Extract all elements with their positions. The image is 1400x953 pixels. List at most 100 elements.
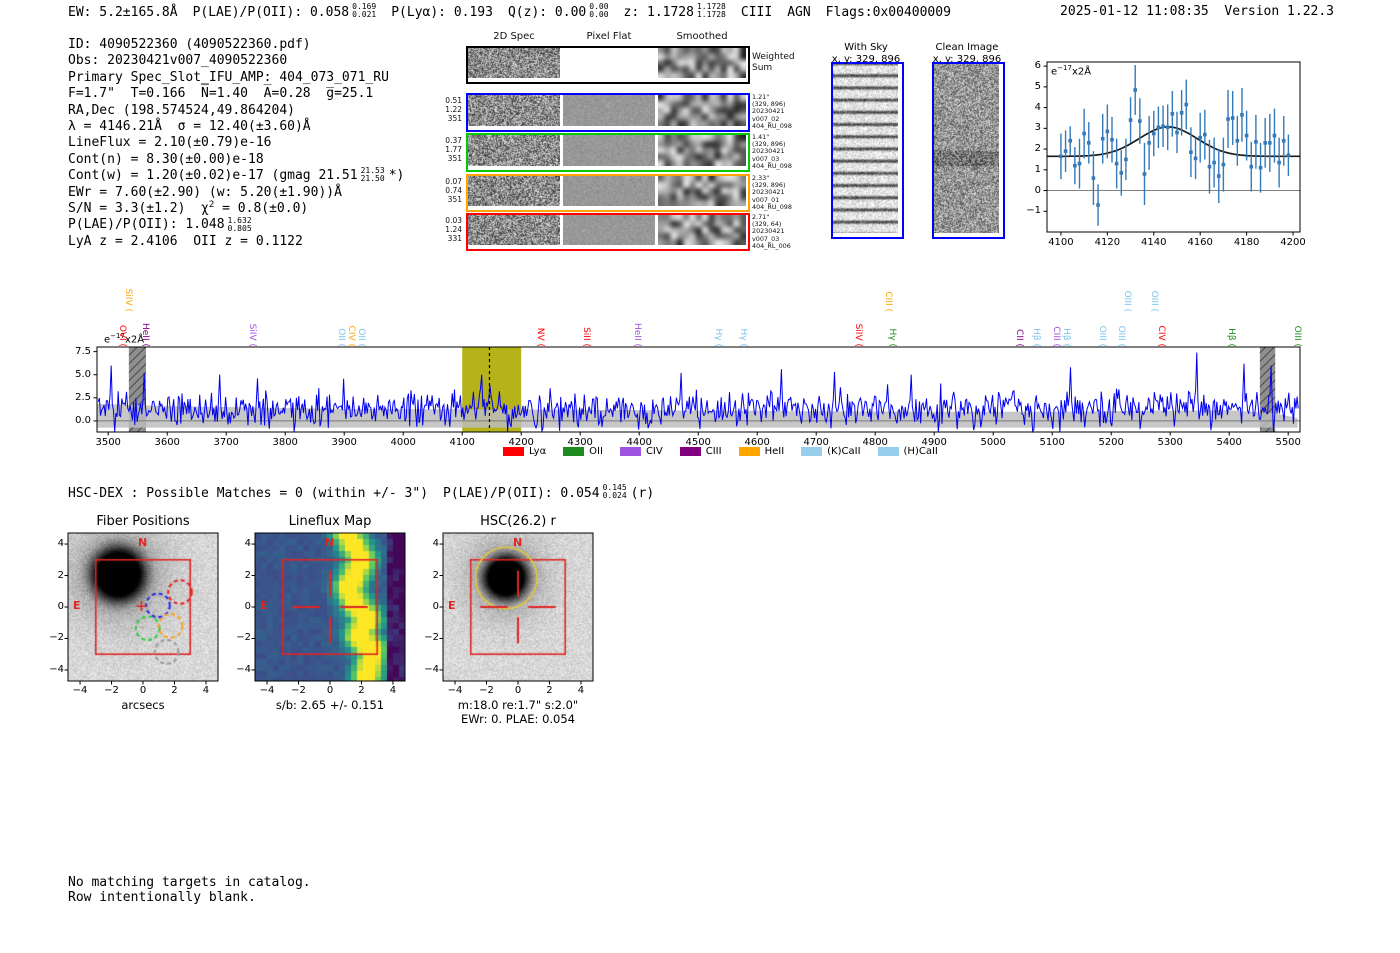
cutout-ytick-label: 2: [57, 569, 64, 581]
emission-line-label: SiIV (: [247, 324, 280, 357]
inset-ytick-label: 0: [1034, 184, 1041, 196]
inset-data-point: [1272, 133, 1277, 138]
info-line: P(LAE)/P(OII): 1.048 1.632 0.805: [68, 216, 404, 233]
inset-ytick-label: 4: [1034, 101, 1041, 113]
emission-line-label: CII (: [1014, 329, 1042, 357]
emission-line-label: NV (: [535, 328, 564, 357]
inset-data-point: [1151, 131, 1156, 136]
stacked-uncertainty: 0.145 0.024: [603, 484, 627, 500]
uncertainty-lower: 0.024: [602, 491, 627, 500]
text-segment: Flags:0x00400009: [825, 4, 951, 20]
cutout-image-lineflux-map: [255, 533, 405, 681]
2dspec-header-smoothed: Smoothed: [676, 31, 728, 42]
emission-line-label-text: Hγ (: [713, 328, 724, 347]
emission-line-label-text: CIV (: [1156, 325, 1167, 347]
emission-line-label: SiIV (: [853, 324, 886, 357]
emission-line-label-text: Hβ (: [1030, 328, 1041, 347]
inset-data-point: [1281, 138, 1286, 143]
2dspec-row-left-labels: 0.37 1.77 351: [436, 136, 462, 163]
report-timestamp: 2025-01-12 11:08:35: [1060, 4, 1209, 19]
info-text: λ = 4146.21Å σ = 12.40(±3.60)Å: [68, 119, 311, 135]
inset-data-point: [1212, 160, 1216, 165]
inset-ytick-label: 1: [1034, 163, 1041, 175]
uncertainty-lower: 21.50: [360, 174, 385, 184]
header-gap: [1209, 4, 1225, 19]
cutout-xtick-label: 2: [546, 685, 553, 696]
compass-east-lineflux-map: E: [260, 599, 268, 612]
spectrum-xtick-label: 4900: [921, 437, 947, 448]
info-line: Obs: 20230421v007_4090522360: [68, 53, 404, 69]
uncertainty-lower: 0.805: [227, 223, 252, 233]
legend-swatch: [503, 447, 524, 456]
spectrum-xtick-label: 4400: [626, 437, 652, 448]
spectrum-ytick-label: 7.5: [75, 345, 91, 357]
emission-line-label: OIII (: [1149, 291, 1180, 322]
emission-line-label-text: OIII (: [1149, 290, 1160, 312]
spectrum-xtick-label: 3500: [95, 437, 121, 448]
info-line: F=1.7" T=0.166 N̅=1.40 A̅=0.28 g̅=25.1: [68, 86, 404, 102]
flux-units-rest: x2Å: [1071, 66, 1092, 78]
2dspec-row-right-labels: 1.21" (329, 896) 20230421 v007_02 404_RU_098: [752, 93, 798, 130]
cutout-xtick-label: −2: [104, 685, 119, 696]
clean-image-coords: x, y: 329, 896: [932, 54, 1002, 65]
emission-line-label: SiIV (: [123, 289, 156, 322]
inset-data-point: [1091, 176, 1096, 180]
emission-line-label-text: Hγ (: [737, 328, 748, 347]
legend-swatch: [619, 447, 641, 456]
cutout-ytick-label: −4: [424, 663, 439, 675]
inset-data-point: [1198, 135, 1202, 140]
2dspec-row-border: [466, 133, 750, 172]
report-version: Version 1.22.3: [1224, 4, 1334, 19]
info-text: Primary Spec_Slot_IFU_AMP: 404_073_071_R…: [68, 69, 389, 85]
cutout-xtick-label: −4: [447, 685, 463, 696]
cutout-xtick-label: −4: [259, 685, 275, 696]
spectrum-xtick-label: 4800: [862, 437, 888, 448]
inset-xtick-label: 4100: [1048, 237, 1074, 248]
info-line: LineFlux = 2.10(±0.79)e-16: [68, 135, 404, 151]
spectrum-xtick-label: 4100: [449, 437, 475, 448]
cutout-image-hsc-r: [443, 533, 593, 681]
cutout-ytick-label: −2: [424, 632, 439, 644]
2dspec-left-value: 1.22: [445, 105, 462, 114]
inset-axes-box: [1046, 61, 1301, 233]
inset-data-point: [1073, 163, 1077, 168]
clean-image-title: Clean Image: [935, 42, 999, 53]
emission-line-label-text: CIII (: [882, 291, 893, 312]
2dspec-row-right-labels: 1.41" (329, 896) 20230421 v007_03 404_RU_098: [752, 133, 798, 170]
emission-line-label: Hγ (: [713, 329, 741, 357]
cutout-ytick-label: 4: [244, 538, 251, 550]
inset-data-point: [1249, 164, 1254, 169]
inset-data-point: [1230, 116, 1235, 120]
2dspec-row-border: [466, 213, 750, 251]
inset-data-point: [1077, 161, 1082, 166]
2dspec-row-right-labels: 2.71" (329, 64) 20230421 v007_03 404_RL_006: [752, 213, 798, 250]
spectrum-ytick-label: 5.0: [75, 368, 91, 380]
inset-data-point: [1203, 132, 1207, 137]
emission-line-label-text: OIII (: [1096, 325, 1107, 347]
2dspec-left-value: 0.74: [445, 186, 462, 195]
spectrum-xtick-label: 4000: [390, 437, 416, 448]
inset-flux-units-label: e−17x2Å: [1051, 64, 1091, 77]
spectrum-xtick-label: 3600: [154, 437, 180, 448]
2dspec-right-value: 404_RL_006: [752, 241, 791, 250]
2dspec-left-value: 351: [447, 154, 462, 163]
emission-line-label-text: Hγ (: [886, 328, 897, 347]
masked-wavelength-band: [128, 347, 146, 432]
2dspec-left-value: 0.03: [445, 216, 462, 225]
footer-line-1: No matching targets in catalog.: [68, 875, 311, 890]
cutout-ytick-label: 2: [244, 569, 251, 581]
detected-line-highlight-band: [462, 347, 522, 432]
2dspec-right-value: 404_RU_098: [752, 121, 792, 130]
cutout-ytick-label: 2: [432, 569, 439, 581]
emission-line-label-text: OII (: [335, 328, 346, 347]
cutout-xtick-label: 4: [577, 685, 585, 696]
cutout-caption-hsc-r-1: EWr: 0. PLAE: 0.054: [461, 712, 575, 726]
inset-xtick-label: 4180: [1233, 237, 1260, 248]
weighted-sum-label-line2: Sum: [752, 62, 773, 73]
spectrum-xtick-label: 4700: [803, 437, 829, 448]
with-sky-title: With Sky: [844, 42, 888, 53]
2dspec-left-value: 0.51: [445, 96, 462, 105]
2dspec-left-value: 351: [447, 114, 462, 123]
cutout-xtick-label: 0: [139, 685, 147, 696]
emission-line-label-text: HeII (: [139, 323, 150, 347]
